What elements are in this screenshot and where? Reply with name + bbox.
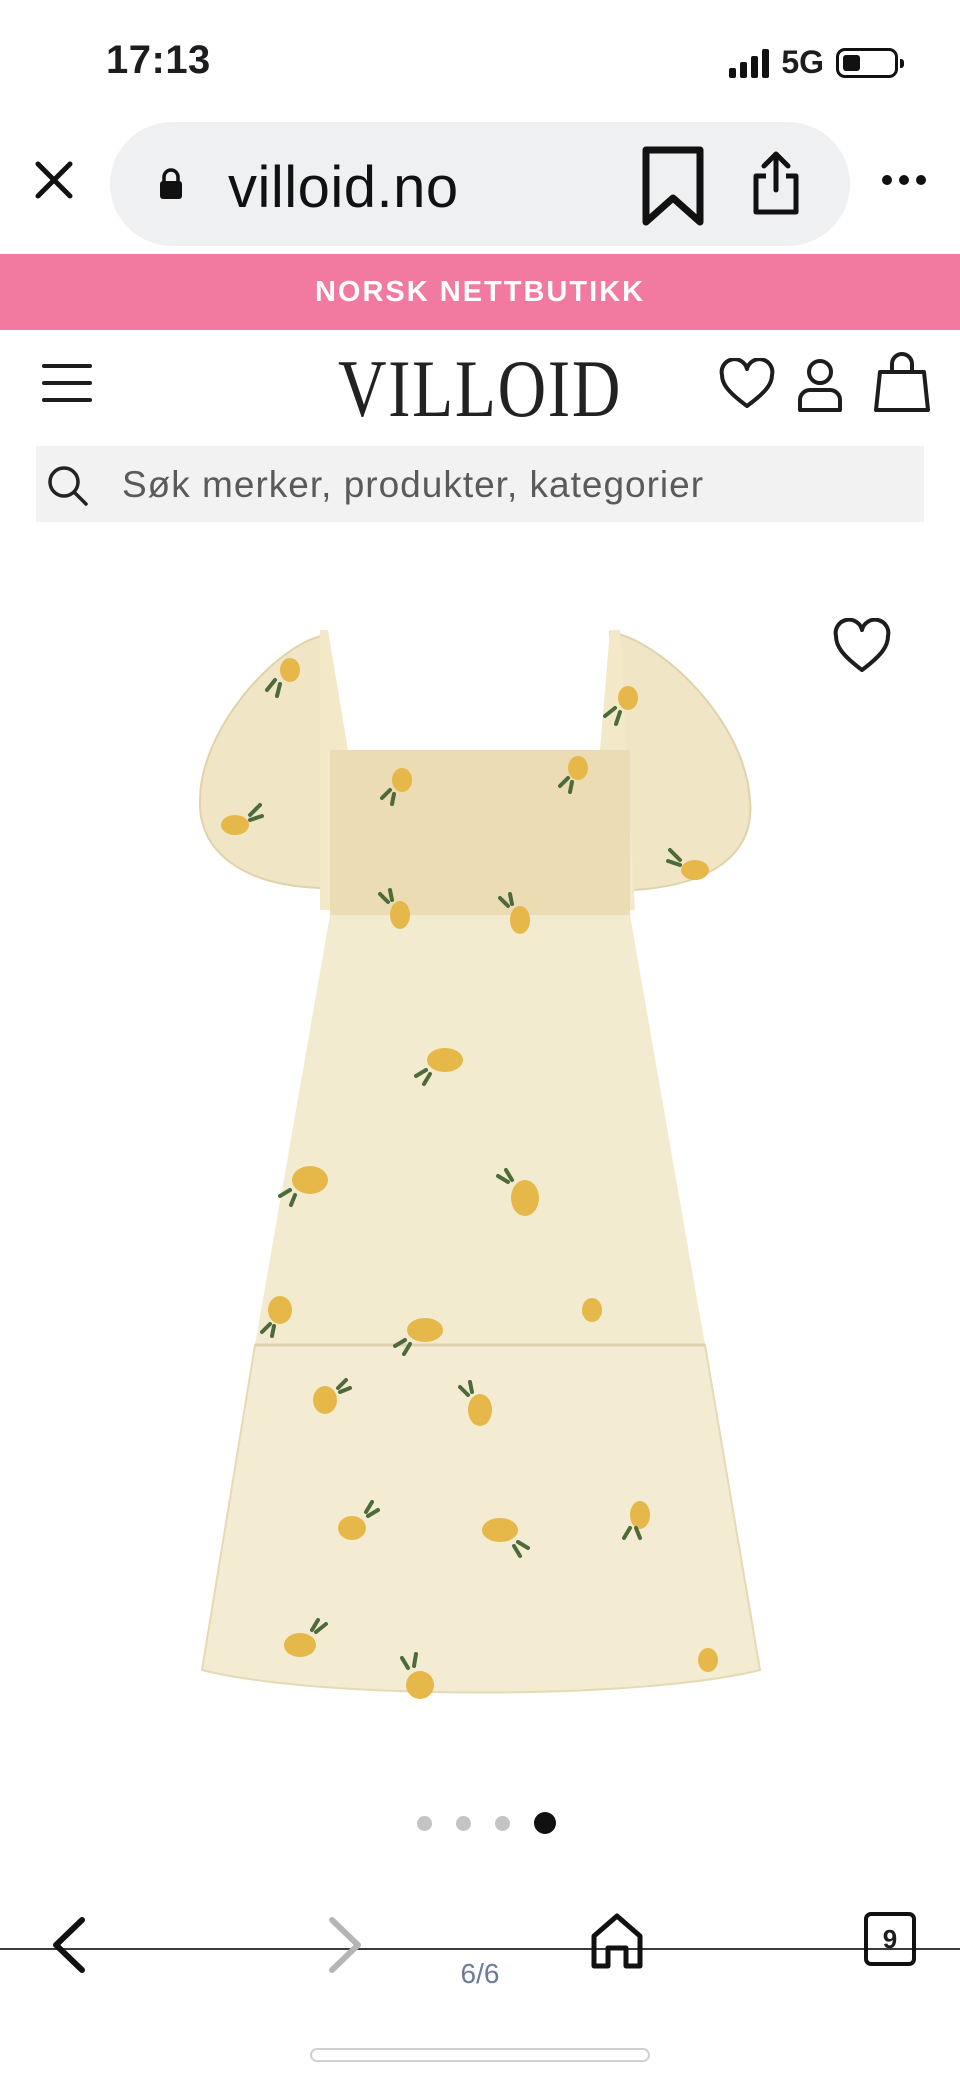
- user-icon[interactable]: [796, 356, 844, 414]
- carousel-dot[interactable]: [533, 1812, 556, 1834]
- menu-icon[interactable]: [42, 364, 92, 404]
- search-placeholder: Søk merker, produkter, kategorier: [122, 464, 705, 505]
- search-input[interactable]: Søk merker, produkter, kategorier: [36, 446, 924, 522]
- shopping-bag-icon[interactable]: [874, 352, 930, 414]
- site-header: VILLOID: [0, 330, 960, 440]
- home-indicator: [310, 2048, 650, 2062]
- browser-bar: villoid.no: [0, 118, 960, 254]
- status-time: 17:13: [106, 38, 211, 82]
- address-bar[interactable]: villoid.no: [110, 122, 850, 246]
- carousel-dot[interactable]: [494, 1815, 510, 1831]
- lock-icon: [160, 168, 182, 199]
- status-bar: 17:13 5G: [0, 0, 960, 118]
- carousel-dot[interactable]: [455, 1815, 471, 1831]
- network-label: 5G: [781, 44, 824, 80]
- page-counter: 6/6: [460, 1958, 500, 1989]
- heart-icon[interactable]: [718, 358, 776, 410]
- url-text: villoid.no: [228, 155, 459, 220]
- bottom-toolbar: 9 6/6: [0, 1880, 960, 2078]
- signal-icon: [729, 48, 770, 78]
- search-icon: [48, 466, 88, 506]
- carousel-dot[interactable]: [416, 1815, 432, 1831]
- status-indicators: 5G: [729, 44, 904, 81]
- carousel-dots: [0, 1810, 960, 1836]
- more-dots-icon[interactable]: [880, 170, 928, 190]
- promo-text: NORSK NETTBUTIKK: [314, 275, 646, 308]
- share-icon[interactable]: [750, 148, 802, 218]
- close-icon[interactable]: [30, 156, 78, 204]
- battery-icon: [836, 47, 904, 78]
- heart-outline-icon[interactable]: [832, 618, 892, 674]
- bookmark-icon[interactable]: [640, 146, 706, 226]
- dress-image[interactable]: [180, 610, 780, 1740]
- promo-banner: NORSK NETTBUTIKK: [0, 254, 960, 330]
